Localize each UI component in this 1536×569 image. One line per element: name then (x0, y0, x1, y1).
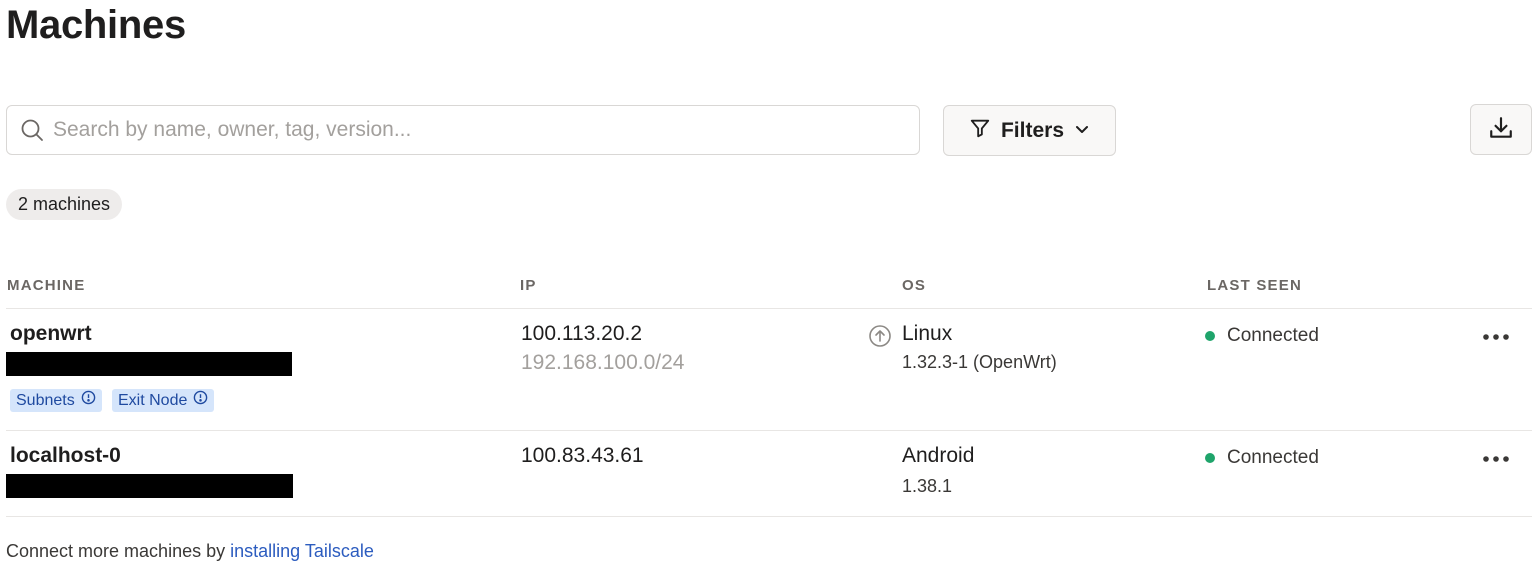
subnet-route: 192.168.100.0/24 (521, 351, 685, 374)
status-label: Connected (1227, 447, 1319, 468)
status-connected: Connected (1205, 447, 1319, 469)
column-header-last-seen[interactable]: LAST SEEN (1207, 277, 1302, 294)
search-input[interactable] (51, 109, 919, 151)
status-dot-icon (1205, 331, 1215, 341)
column-header-machine[interactable]: MACHINE (7, 277, 85, 294)
machine-name-link[interactable]: localhost-0 (10, 444, 121, 468)
page-title: Machines (6, 3, 186, 47)
tag-subnets[interactable]: Subnets (10, 389, 102, 412)
search-box[interactable] (6, 105, 920, 155)
ip-address[interactable]: 100.113.20.2 (521, 322, 642, 346)
os-name: Android (902, 444, 975, 467)
update-available-icon[interactable] (868, 324, 892, 348)
table-bottom-divider (6, 516, 1532, 517)
filters-button[interactable]: Filters (943, 105, 1116, 156)
tag-label: Exit Node (118, 392, 188, 409)
os-name: Linux (902, 322, 953, 345)
more-horizontal-icon (1482, 450, 1510, 468)
row-menu-button[interactable] (1476, 444, 1516, 474)
header-divider (6, 308, 1532, 309)
column-header-ip[interactable]: IP (520, 277, 537, 294)
ip-address[interactable]: 100.83.43.61 (521, 444, 644, 468)
filter-icon (969, 117, 991, 145)
more-horizontal-icon (1482, 328, 1510, 346)
download-icon (1488, 115, 1514, 144)
download-button[interactable] (1470, 104, 1532, 155)
install-tailscale-link[interactable]: installing Tailscale (230, 541, 374, 561)
row-menu-button[interactable] (1476, 322, 1516, 352)
status-dot-icon (1205, 453, 1215, 463)
redacted-owner (6, 474, 293, 498)
chevron-down-icon (1074, 119, 1090, 143)
machine-count-badge: 2 machines (6, 189, 123, 220)
row-divider (6, 430, 1532, 431)
os-version: 1.38.1 (902, 476, 953, 496)
status-connected: Connected (1205, 325, 1319, 347)
redacted-owner (6, 352, 292, 376)
tag-label: Subnets (16, 392, 75, 409)
footer-text: Connect more machines by installing Tail… (6, 541, 374, 562)
status-label: Connected (1227, 325, 1319, 346)
footer-prefix: Connect more machines by (6, 541, 231, 561)
os-version: 1.32.3-1 (OpenWrt) (902, 352, 1057, 372)
tag-exit-node[interactable]: Exit Node (112, 389, 215, 412)
info-icon (193, 389, 208, 412)
column-header-os[interactable]: OS (902, 277, 926, 294)
filters-label: Filters (1000, 118, 1065, 142)
info-icon (81, 389, 96, 412)
search-icon (19, 117, 45, 143)
machine-name-link[interactable]: openwrt (10, 322, 92, 346)
